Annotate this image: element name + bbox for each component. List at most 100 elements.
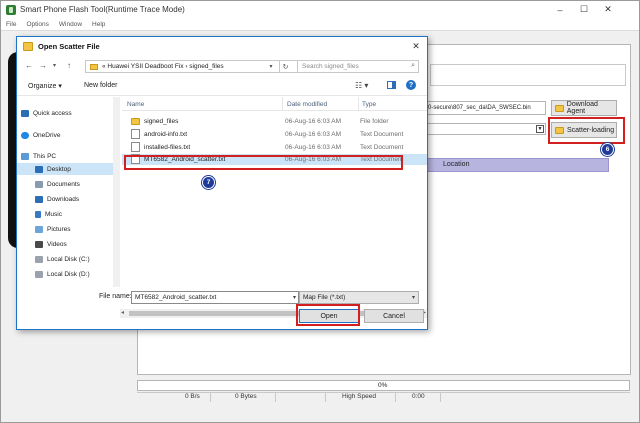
forward-arrow-icon[interactable]: → <box>39 61 47 70</box>
nav-pictures[interactable]: Pictures <box>17 223 117 235</box>
file-row[interactable]: signed_files 06-Aug-16 6:03 AM File fold… <box>122 116 427 127</box>
nav-label: Desktop <box>47 165 71 173</box>
preview-pane-icon[interactable] <box>387 81 396 89</box>
back-arrow-icon[interactable]: ← <box>25 61 33 70</box>
music-icon <box>35 210 41 218</box>
filetype-value: Map File (*.txt) <box>303 294 346 301</box>
file-list-header: Name Date modified Type <box>122 97 427 111</box>
refresh-icon[interactable]: ↻ <box>279 60 291 73</box>
navigation-pane: Quick access OneDrive This PC Desktop Do… <box>17 97 120 287</box>
filename-label: File name: <box>99 293 132 300</box>
tab-strip <box>430 64 626 86</box>
nav-label: OneDrive <box>33 131 61 139</box>
status-speed: 0 B/s <box>185 393 200 400</box>
nav-this-pc[interactable]: This PC <box>17 150 117 162</box>
column-separator[interactable] <box>282 97 283 111</box>
pictures-icon <box>35 225 43 233</box>
file-name: installed-files.txt <box>144 144 191 151</box>
file-row[interactable]: installed-files.txt 06-Aug-16 6:03 AM Te… <box>122 142 427 153</box>
nav-music[interactable]: Music <box>17 208 117 220</box>
chevron-down-icon[interactable]: ▾ <box>265 60 277 73</box>
status-separator <box>325 392 326 402</box>
dialog-title: Open Scatter File <box>38 42 100 51</box>
filename-row: File name: MT6582_Android_scatter.txt ▾ … <box>17 289 427 305</box>
computer-icon <box>21 152 29 160</box>
drive-icon <box>35 270 43 278</box>
chevron-left-icon[interactable]: ◂ <box>121 309 124 316</box>
scatter-path-field[interactable]: ▼ <box>425 123 546 135</box>
nav-label: Documents <box>47 180 80 188</box>
status-mode: High Speed <box>342 393 376 400</box>
nav-local-disk-c[interactable]: Local Disk (C:) <box>17 253 117 265</box>
download-agent-button[interactable]: Download Agent <box>551 100 617 116</box>
drive-icon <box>35 255 43 263</box>
navigation-row: ← → ▾ ↑ « Huawei YSII Deadboot Fix › sig… <box>17 56 427 76</box>
nav-desktop[interactable]: Desktop <box>17 163 117 175</box>
cancel-button[interactable]: Cancel <box>364 309 424 323</box>
column-date-modified[interactable]: Date modified <box>287 101 327 108</box>
nav-label: Local Disk (D:) <box>47 270 90 278</box>
open-button-highlight-box <box>296 304 360 326</box>
nav-downloads[interactable]: Downloads <box>17 193 117 205</box>
help-icon[interactable]: ? <box>406 80 416 90</box>
column-separator[interactable] <box>358 97 359 111</box>
nav-pane-scrollbar[interactable] <box>113 97 120 287</box>
step-badge-6: 6 <box>601 143 614 156</box>
nav-label: This PC <box>33 152 57 160</box>
file-type: Text Document <box>360 131 404 138</box>
location-column-header[interactable]: Location <box>443 161 469 168</box>
dialog-close-button[interactable]: ✕ <box>407 39 425 54</box>
app-titlebar: Smart Phone Flash Tool(Runtime Trace Mod… <box>1 1 639 18</box>
progress-text: 0% <box>378 382 388 389</box>
cloud-icon <box>21 131 29 139</box>
status-separator <box>395 392 396 402</box>
folder-icon <box>131 118 140 125</box>
chevron-down-icon[interactable]: ▾ <box>412 294 415 301</box>
column-type[interactable]: Type <box>362 101 376 108</box>
filename-value: MT6582_Android_scatter.txt <box>135 294 217 301</box>
status-bytes: 0 Bytes <box>235 393 257 400</box>
column-name[interactable]: Name <box>127 101 144 108</box>
desktop-icon <box>35 165 43 173</box>
organize-menu[interactable]: Organize ▾ <box>28 82 62 90</box>
download-agent-path-field[interactable]: 0-secure\807_sec_da\DA_SWSEC.bin <box>425 101 546 115</box>
nav-label: Quick access <box>33 109 72 117</box>
nav-label: Downloads <box>47 195 80 203</box>
menu-help[interactable]: Help <box>92 21 105 28</box>
file-row[interactable]: android-info.txt 06-Aug-16 6:03 AM Text … <box>122 129 427 140</box>
menu-file[interactable]: File <box>6 21 16 28</box>
documents-icon <box>35 180 43 188</box>
scatter-loading-highlight-box <box>548 117 625 144</box>
nav-videos[interactable]: Videos <box>17 238 117 250</box>
nav-onedrive[interactable]: OneDrive <box>17 129 117 141</box>
maximize-button[interactable]: ☐ <box>573 1 595 18</box>
up-arrow-icon[interactable]: ↑ <box>67 61 71 70</box>
nav-local-disk-d[interactable]: Local Disk (D:) <box>17 268 117 280</box>
status-time: 0:00 <box>412 393 425 400</box>
file-name: android-info.txt <box>144 131 187 138</box>
folder-icon <box>23 42 33 51</box>
status-separator <box>275 392 276 402</box>
nav-label: Music <box>45 210 62 218</box>
file-type: Text Document <box>360 144 404 151</box>
folder-icon <box>555 104 564 112</box>
download-icon <box>35 195 43 203</box>
chevron-down-icon[interactable]: ▾ <box>293 294 296 301</box>
search-input[interactable]: Search signed_files ⌕ <box>297 60 419 73</box>
view-options-icon[interactable]: ☷ ▾ <box>355 81 368 90</box>
chevron-down-icon[interactable]: ▼ <box>536 125 544 133</box>
nav-quick-access[interactable]: Quick access <box>17 107 117 119</box>
minimize-button[interactable]: – <box>549 1 571 18</box>
chevron-down-icon[interactable]: ▾ <box>53 62 56 69</box>
new-folder-button[interactable]: New folder <box>84 82 117 89</box>
command-bar: Organize ▾ New folder ☷ ▾ ? <box>17 76 427 96</box>
menu-window[interactable]: Window <box>59 21 82 28</box>
filename-input[interactable]: MT6582_Android_scatter.txt ▾ <box>131 291 299 304</box>
search-placeholder: Search signed_files <box>302 63 359 70</box>
nav-documents[interactable]: Documents <box>17 178 117 190</box>
file-list: Name Date modified Type signed_files 06-… <box>122 97 427 287</box>
app-title: Smart Phone Flash Tool(Runtime Trace Mod… <box>20 5 185 14</box>
filetype-select[interactable]: Map File (*.txt) ▾ <box>299 291 419 304</box>
close-button[interactable]: ✕ <box>597 1 619 18</box>
menu-options[interactable]: Options <box>26 21 48 28</box>
